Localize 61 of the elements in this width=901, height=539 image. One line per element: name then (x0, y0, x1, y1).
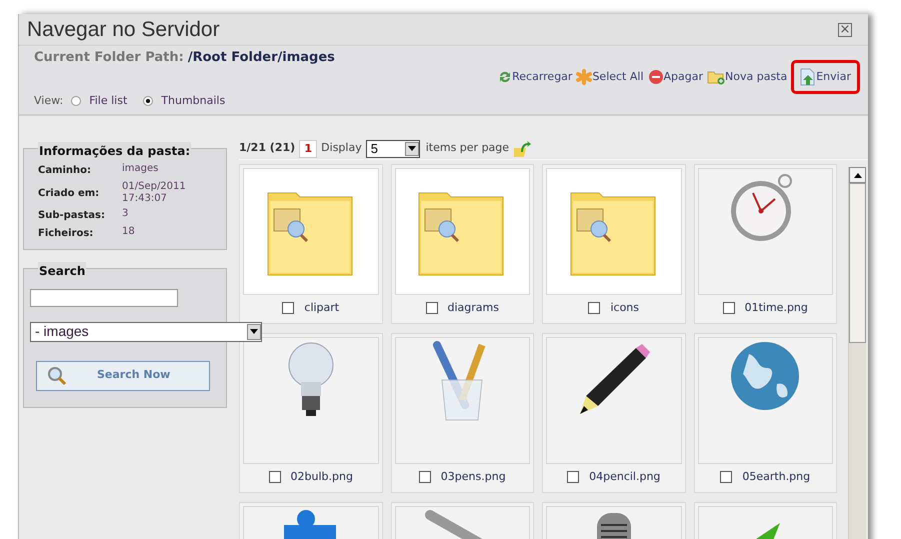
info-value: 3 (122, 208, 130, 221)
search-icon (47, 366, 67, 386)
info-label: Caminho: (38, 164, 92, 178)
per-page-select[interactable]: 5 (366, 140, 420, 158)
view-radio[interactable]: File list (71, 93, 128, 110)
checkbox[interactable] (588, 302, 600, 314)
file-name: 02bulb.png (290, 469, 353, 485)
checkbox[interactable] (282, 302, 294, 314)
info-value: 18 (122, 226, 136, 239)
window-title: Navegar no Servidor (27, 16, 220, 43)
checkbox[interactable] (426, 302, 438, 314)
info-label: Ficheiros: (38, 227, 94, 241)
toolbar-button[interactable]: Select All (576, 64, 644, 90)
close-button[interactable]: × (838, 22, 852, 36)
view-label: View: (34, 93, 64, 109)
scrollbar-thumb[interactable] (849, 183, 866, 343)
checkbox[interactable] (567, 471, 580, 484)
toolbar-button[interactable]: Nova pasta (707, 64, 788, 90)
checkbox[interactable] (722, 302, 735, 314)
new-folder-icon (707, 69, 726, 85)
file-tile[interactable]: icons (542, 164, 686, 324)
file-tile[interactable]: 05earth.png (694, 333, 837, 493)
file-tile[interactable]: 01time.png (694, 164, 837, 324)
file-name: diagrams (448, 300, 499, 316)
page-summary: 1/21 (21) (239, 140, 296, 156)
scrollbar[interactable] (848, 167, 866, 539)
file-name: 04pencil.png (589, 469, 660, 485)
info-label: Sub-pastas: (38, 209, 106, 223)
file-name: 05earth.png (742, 469, 810, 485)
asterisk-icon (576, 69, 592, 85)
panel-title: Informações da pasta: (38, 142, 192, 160)
path-label: Current Folder Path: (34, 49, 184, 67)
reload-icon (498, 70, 512, 84)
search-field[interactable] (30, 289, 178, 307)
path-value: /Root Folder/images (188, 49, 335, 67)
file-name: 01time.png (744, 300, 808, 316)
toolbar-button[interactable]: Apagar (648, 64, 704, 90)
file-name: clipart (304, 300, 340, 316)
folder-arrow-icon (513, 140, 532, 158)
info-value: 01/Sep/2011 17:43:07 (122, 181, 187, 205)
checkbox[interactable] (720, 471, 732, 484)
display-label: Display (321, 140, 362, 156)
per-page-label: items per page (426, 140, 510, 156)
file-name: 03pens.png (440, 469, 506, 485)
delete-icon (648, 69, 664, 85)
file-tile[interactable]: 02bulb.png (239, 333, 382, 493)
info-value: images (122, 163, 160, 176)
page-button[interactable]: 1 (299, 140, 318, 158)
file-tile[interactable]: clipart (239, 164, 382, 324)
view-radio[interactable]: Thumbnails (143, 93, 226, 110)
upload-icon (800, 68, 816, 86)
toolbar-button[interactable]: Enviar (791, 60, 860, 94)
file-tile[interactable]: 03pens.png (390, 333, 534, 493)
file-tile[interactable]: diagrams (390, 164, 534, 324)
toolbar-button[interactable]: Recarregar (498, 64, 572, 90)
file-tile[interactable]: 04pencil.png (542, 333, 686, 493)
folder-select[interactable]: - images (30, 322, 262, 342)
checkbox[interactable] (268, 471, 281, 484)
file-name: icons (610, 300, 640, 316)
checkbox[interactable] (418, 471, 431, 484)
info-label: Criado em: (38, 186, 100, 200)
